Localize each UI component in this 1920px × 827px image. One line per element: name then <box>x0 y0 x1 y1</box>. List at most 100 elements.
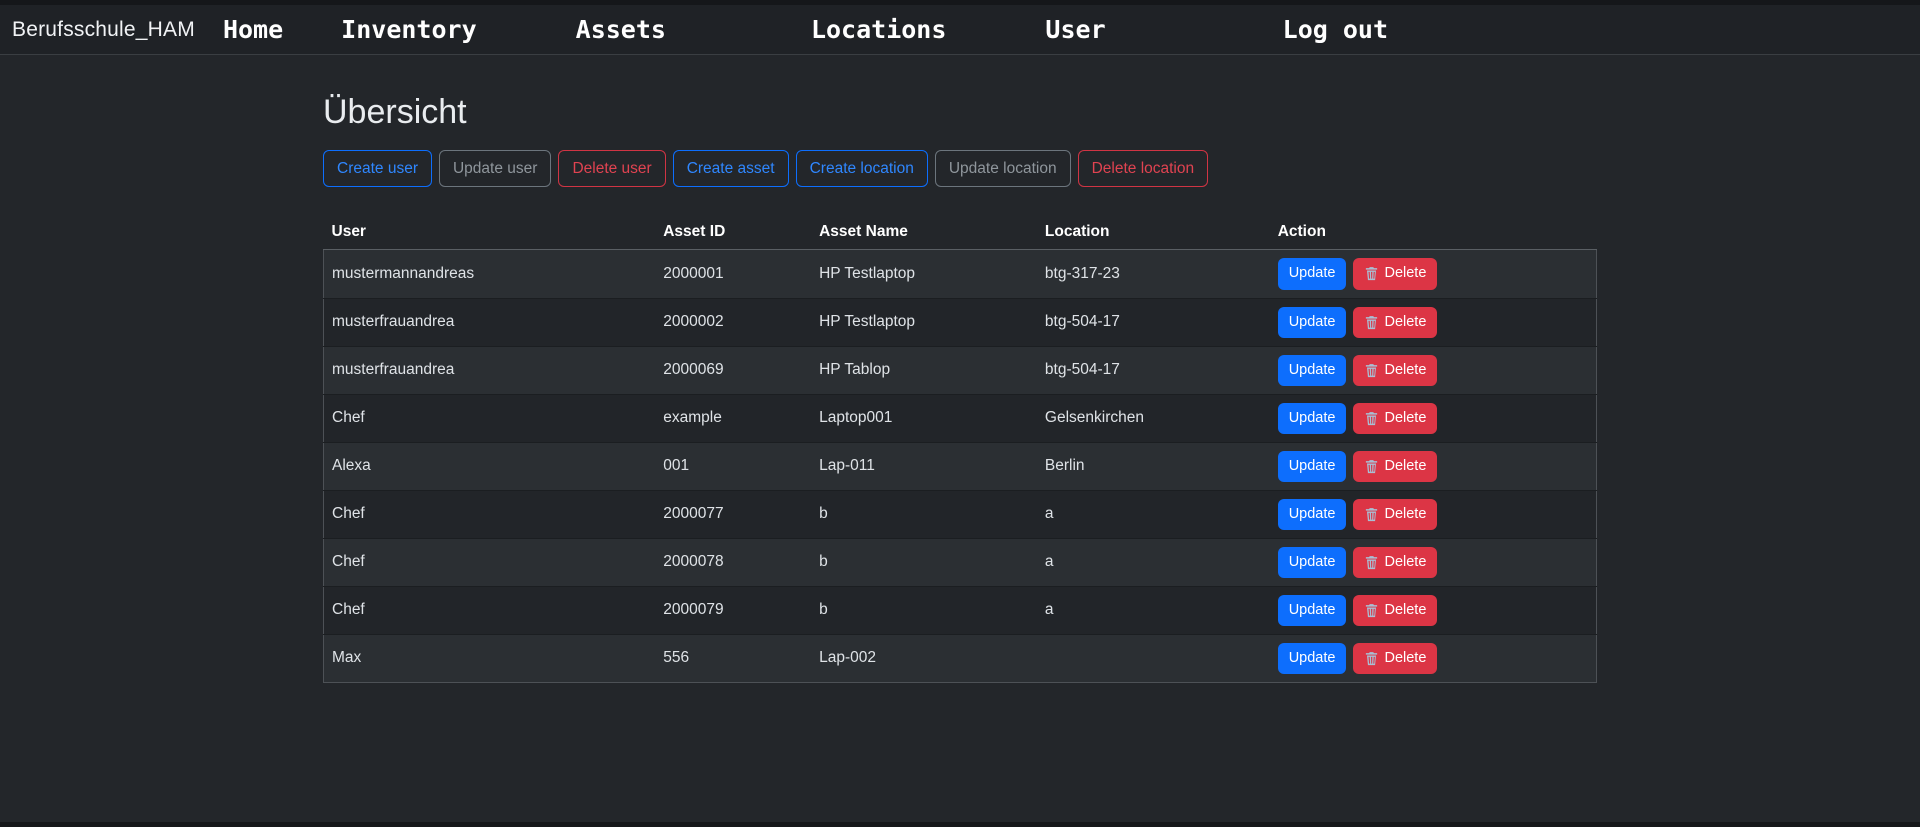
trash-icon <box>1364 507 1379 522</box>
cell-asset-name: Laptop001 <box>811 394 1037 442</box>
page-title: Übersicht <box>323 92 1597 133</box>
trash-icon <box>1364 603 1379 618</box>
create-user-button[interactable]: Create user <box>323 150 432 188</box>
row-update-button[interactable]: Update <box>1278 451 1347 482</box>
cell-user: Max <box>324 634 656 682</box>
table-row: Alexa 001 Lap-011 Berlin Update <box>324 442 1597 490</box>
top-navbar: Berufsschule_HAM Home Inventory Assets L… <box>0 5 1920 55</box>
cell-asset-name: HP Testlaptop <box>811 250 1037 298</box>
cell-location: a <box>1037 538 1270 586</box>
crud-toolbar: Create user Update user Delete user Crea… <box>323 150 1597 188</box>
row-update-button[interactable]: Update <box>1278 258 1347 289</box>
cell-asset-id: 556 <box>655 634 811 682</box>
row-update-button[interactable]: Update <box>1278 355 1347 386</box>
row-delete-button[interactable]: Delete <box>1353 258 1437 289</box>
row-delete-button[interactable]: Delete <box>1353 499 1437 530</box>
cell-asset-name: Lap-011 <box>811 442 1037 490</box>
nav-menu: Home Inventory Assets Locations User Log… <box>195 15 1388 44</box>
create-location-button[interactable]: Create location <box>796 150 928 188</box>
cell-asset-name: b <box>811 586 1037 634</box>
row-update-button[interactable]: Update <box>1278 307 1347 338</box>
row-delete-button[interactable]: Delete <box>1353 547 1437 578</box>
cell-asset-name: b <box>811 538 1037 586</box>
cell-location <box>1037 634 1270 682</box>
nav-item-inventory[interactable]: Inventory <box>341 15 476 44</box>
update-button-label: Update <box>1289 504 1336 525</box>
action-cell: Update Delete <box>1278 355 1588 386</box>
action-cell: Update Delete <box>1278 643 1588 674</box>
update-user-button[interactable]: Update user <box>439 150 551 188</box>
column-header-asset-name: Asset Name <box>811 215 1037 250</box>
action-cell: Update Delete <box>1278 403 1588 434</box>
cell-user: mustermannandreas <box>324 250 656 298</box>
nav-item-user[interactable]: User <box>1045 15 1105 44</box>
update-button-label: Update <box>1289 408 1336 429</box>
cell-user: Alexa <box>324 442 656 490</box>
update-location-button[interactable]: Update location <box>935 150 1071 188</box>
action-cell: Update Delete <box>1278 499 1588 530</box>
table-header-row: User Asset ID Asset Name Location Action <box>324 215 1597 250</box>
row-delete-button[interactable]: Delete <box>1353 595 1437 626</box>
navbar-brand[interactable]: Berufsschule_HAM <box>12 18 195 42</box>
table-row: Chef example Laptop001 Gelsenkirchen Upd… <box>324 394 1597 442</box>
delete-button-label: Delete <box>1384 648 1426 669</box>
cell-location: a <box>1037 586 1270 634</box>
cell-user: musterfrauandrea <box>324 298 656 346</box>
row-update-button[interactable]: Update <box>1278 547 1347 578</box>
nav-item-home[interactable]: Home <box>223 15 283 44</box>
action-cell: Update Delete <box>1278 451 1588 482</box>
table-row: mustermannandreas 2000001 HP Testlaptop … <box>324 250 1597 298</box>
table-row: musterfrauandrea 2000002 HP Testlaptop b… <box>324 298 1597 346</box>
cell-asset-name: b <box>811 490 1037 538</box>
cell-asset-id: 2000001 <box>655 250 811 298</box>
cell-user: Chef <box>324 490 656 538</box>
delete-user-button[interactable]: Delete user <box>558 150 665 188</box>
column-header-action: Action <box>1270 215 1597 250</box>
cell-user: Chef <box>324 538 656 586</box>
app-window: Berufsschule_HAM Home Inventory Assets L… <box>0 0 1920 827</box>
cell-location: btg-504-17 <box>1037 346 1270 394</box>
nav-item-assets[interactable]: Assets <box>576 15 666 44</box>
cell-asset-id: 2000078 <box>655 538 811 586</box>
cell-location: a <box>1037 490 1270 538</box>
update-button-label: Update <box>1289 648 1336 669</box>
row-delete-button[interactable]: Delete <box>1353 355 1437 386</box>
update-button-label: Update <box>1289 360 1336 381</box>
delete-button-label: Delete <box>1384 408 1426 429</box>
action-cell: Update Delete <box>1278 547 1588 578</box>
delete-button-label: Delete <box>1384 552 1426 573</box>
table-row: musterfrauandrea 2000069 HP Tablop btg-5… <box>324 346 1597 394</box>
row-delete-button[interactable]: Delete <box>1353 451 1437 482</box>
nav-item-locations[interactable]: Locations <box>811 15 946 44</box>
cell-user: musterfrauandrea <box>324 346 656 394</box>
row-update-button[interactable]: Update <box>1278 403 1347 434</box>
row-delete-button[interactable]: Delete <box>1353 643 1437 674</box>
row-delete-button[interactable]: Delete <box>1353 403 1437 434</box>
delete-button-label: Delete <box>1384 263 1426 284</box>
row-update-button[interactable]: Update <box>1278 499 1347 530</box>
action-cell: Update Delete <box>1278 595 1588 626</box>
cell-user: Chef <box>324 586 656 634</box>
trash-icon <box>1364 363 1379 378</box>
create-asset-button[interactable]: Create asset <box>673 150 789 188</box>
row-update-button[interactable]: Update <box>1278 643 1347 674</box>
delete-location-button[interactable]: Delete location <box>1078 150 1209 188</box>
cell-asset-id: 2000069 <box>655 346 811 394</box>
trash-icon <box>1364 266 1379 281</box>
delete-button-label: Delete <box>1384 360 1426 381</box>
main-content: Übersicht Create user Update user Delete… <box>323 0 1597 683</box>
update-button-label: Update <box>1289 312 1336 333</box>
cell-location: btg-504-17 <box>1037 298 1270 346</box>
cell-asset-name: HP Testlaptop <box>811 298 1037 346</box>
nav-item-logout[interactable]: Log out <box>1283 15 1388 44</box>
window-bottom-edge <box>0 822 1920 827</box>
table-row: Max 556 Lap-002 Update <box>324 634 1597 682</box>
cell-asset-id: 2000002 <box>655 298 811 346</box>
cell-asset-id: 2000077 <box>655 490 811 538</box>
row-delete-button[interactable]: Delete <box>1353 307 1437 338</box>
row-update-button[interactable]: Update <box>1278 595 1347 626</box>
cell-user: Chef <box>324 394 656 442</box>
update-button-label: Update <box>1289 600 1336 621</box>
trash-icon <box>1364 411 1379 426</box>
trash-icon <box>1364 555 1379 570</box>
